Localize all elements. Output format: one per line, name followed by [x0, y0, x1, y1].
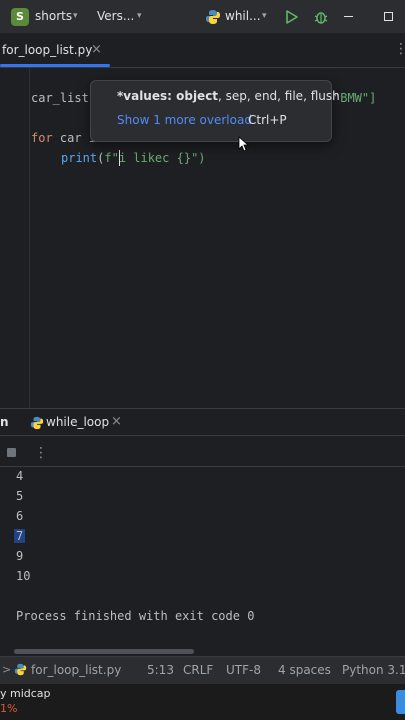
divider: [0, 435, 405, 436]
param-rest: , sep, end, file, flush: [218, 89, 340, 103]
code-line-print[interactable]: print(f"i likec {}"): [61, 151, 206, 165]
process-finished-message: Process finished with exit code 0: [16, 609, 255, 623]
fstring-text: i likec {}: [118, 151, 192, 165]
horizontal-scrollbar[interactable]: [14, 649, 194, 654]
stock-ticker-name[interactable]: y midcap: [0, 687, 51, 700]
close-icon[interactable]: ×: [111, 414, 122, 429]
text-cursor: [119, 150, 120, 166]
console-line: 9: [16, 549, 24, 563]
run-config-name[interactable]: whil...: [225, 9, 261, 23]
paren-close: "): [191, 151, 206, 165]
project-name[interactable]: shorts: [35, 9, 72, 23]
more-options-icon[interactable]: ⋮: [394, 41, 405, 57]
breadcrumb-chevron: >: [2, 663, 12, 676]
param-signature: *values: object, sep, end, file, flush: [117, 89, 340, 103]
code-line-for[interactable]: for car i: [31, 131, 96, 145]
param-current: *values: object: [117, 89, 219, 103]
console-line: 4: [16, 469, 24, 483]
chevron-down-icon[interactable]: ▾: [262, 11, 267, 21]
tab-while-loop[interactable]: while_loop: [46, 415, 109, 429]
run-tab-fragment[interactable]: n: [0, 415, 9, 429]
stop-icon[interactable]: [7, 448, 16, 457]
line-ending[interactable]: CRLF: [183, 663, 213, 677]
run-icon[interactable]: [285, 9, 299, 25]
close-icon[interactable]: ×: [91, 42, 102, 57]
project-badge[interactable]: S: [11, 8, 29, 26]
run-tool-window: n while_loop × ⋮ 4 5 6 7 9 10 Process fi…: [0, 408, 405, 657]
python-icon: [206, 10, 220, 24]
divider: [0, 466, 405, 467]
minimize-icon[interactable]: [344, 16, 353, 17]
stock-ticker-change: 1%: [0, 702, 18, 715]
python-icon: [30, 416, 44, 430]
console-line: 10: [16, 569, 31, 583]
python-file-icon: [14, 663, 27, 676]
chevron-down-icon[interactable]: ▾: [73, 11, 78, 21]
caret-position[interactable]: 5:13: [147, 663, 174, 677]
os-taskbar: y midcap 1%: [0, 684, 405, 720]
editor-tab-bar: for_loop_list.py × ⋮: [0, 33, 405, 68]
indent-setting[interactable]: 4 spaces: [278, 663, 331, 677]
python-interpreter[interactable]: Python 3.13: [342, 663, 405, 677]
gutter-divider: [29, 68, 30, 408]
more-options-icon[interactable]: ⋮: [34, 445, 48, 461]
active-tab-indicator: [0, 64, 110, 67]
file-encoding[interactable]: UTF-8: [226, 663, 261, 677]
console-line-selected[interactable]: 7: [14, 529, 26, 543]
debug-icon[interactable]: [313, 9, 329, 25]
maximize-icon[interactable]: [384, 12, 393, 21]
tab-for-loop-list[interactable]: for_loop_list.py: [2, 43, 92, 57]
vcs-widget[interactable]: Vers...: [97, 9, 134, 23]
keyword-for: for: [31, 131, 53, 145]
show-overload-link[interactable]: Show 1 more overload: [117, 113, 252, 127]
parameter-info-popup: *values: object, sep, end, file, flush S…: [90, 80, 340, 142]
mouse-pointer-icon: [238, 136, 250, 152]
console-line: 5: [16, 489, 24, 503]
breadcrumb-file[interactable]: for_loop_list.py: [31, 663, 121, 677]
taskbar-app-icon[interactable]: [396, 690, 405, 714]
status-bar: > for_loop_list.py 5:13 CRLF UTF-8 4 spa…: [0, 656, 405, 685]
code-line-car-list[interactable]: car_list: [31, 91, 89, 105]
fstring-prefix: f": [104, 151, 119, 165]
chevron-down-icon[interactable]: ▾: [137, 11, 142, 21]
overload-shortcut: Ctrl+P: [248, 113, 287, 127]
console-line: 6: [16, 509, 24, 523]
func-print: print: [61, 151, 98, 165]
title-bar: S shorts ▾ Vers... ▾ whil... ▾: [0, 0, 405, 33]
